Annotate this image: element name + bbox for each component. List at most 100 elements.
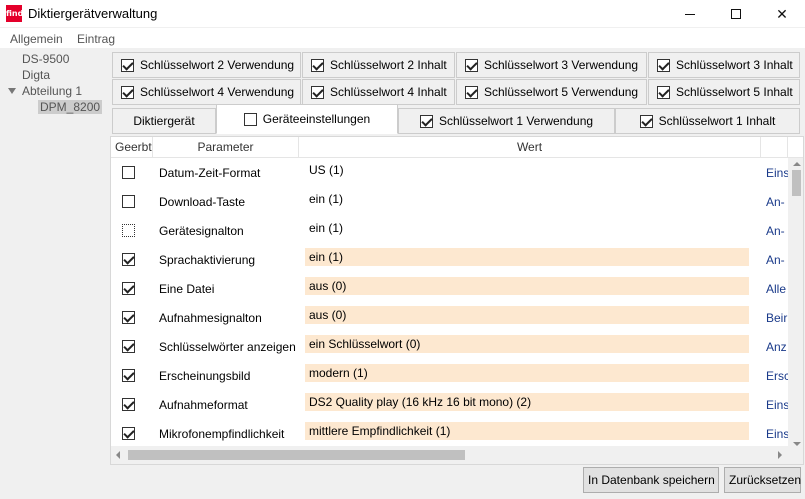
inherited-checkbox[interactable] <box>122 282 135 295</box>
reset-button[interactable]: Zurücksetzen <box>724 467 801 493</box>
maximize-button[interactable] <box>713 0 759 28</box>
tab-schluesselwort-2-verwendung[interactable]: Schlüsselwort 2 Verwendung <box>112 52 301 78</box>
value-cell[interactable]: aus (0) <box>305 277 749 295</box>
table-row[interactable]: Mikrofonempfindlichkeit mittlere Empfindl… <box>111 419 791 448</box>
tab-schluesselwort-1-verwendung[interactable]: Schlüsselwort 1 Verwendung <box>398 108 615 134</box>
scroll-up-icon[interactable] <box>793 162 801 166</box>
parameter-cell: Gerätesignalton <box>159 224 244 238</box>
tab-checkbox[interactable] <box>465 85 478 99</box>
value-cell[interactable]: ein (1) <box>305 219 749 237</box>
parameter-cell: Aufnahmeformat <box>159 398 248 412</box>
parameter-cell: Aufnahmesignalton <box>159 311 262 325</box>
value-cell[interactable]: US (1) <box>305 161 749 179</box>
tab-checkbox[interactable] <box>121 58 134 72</box>
inherited-cell <box>122 369 135 385</box>
menu-eintrag[interactable]: Eintrag <box>77 32 115 46</box>
table-row[interactable]: Gerätesignalton ein (1) An- <box>111 216 791 245</box>
tab-schluesselwort-2-inhalt[interactable]: Schlüsselwort 2 Inhalt <box>302 52 455 78</box>
horizontal-scrollbar[interactable] <box>111 446 788 464</box>
menu-allgemein[interactable]: Allgemein <box>10 32 63 46</box>
tree-item-dpm8200[interactable]: DPM_8200 <box>38 100 103 114</box>
inherited-checkbox[interactable] <box>122 340 135 353</box>
table-row[interactable]: Aufnahmeformat DS2 Quality play (16 kHz 1… <box>111 390 791 419</box>
tree-item-ds9500[interactable]: DS-9500 <box>22 52 69 66</box>
tab-label: Schlüsselwort 4 Inhalt <box>330 85 447 99</box>
inherited-cell <box>122 398 135 414</box>
tree-item-abteilung-1[interactable]: Abteilung 1 <box>22 84 82 98</box>
tab-schluesselwort-5-verwendung[interactable]: Schlüsselwort 5 Verwendung <box>456 79 647 105</box>
tree-item-digta[interactable]: Digta <box>22 68 50 82</box>
tab-checkbox[interactable] <box>311 85 324 99</box>
table-row[interactable]: Sprachaktivierung ein (1) An- <box>111 245 791 274</box>
scroll-right-icon[interactable] <box>778 451 782 459</box>
parameter-cell: Erscheinungsbild <box>159 369 251 383</box>
inherited-cell <box>122 253 135 269</box>
value-cell[interactable]: DS2 Quality play (16 kHz 16 bit mono) (2… <box>305 393 749 411</box>
app-logo-icon: find <box>6 5 23 22</box>
table-row[interactable]: Download-Taste ein (1) An- <box>111 187 791 216</box>
tab-schluesselwort-4-verwendung[interactable]: Schlüsselwort 4 Verwendung <box>112 79 301 105</box>
tab-checkbox[interactable] <box>419 114 433 128</box>
scroll-down-icon[interactable] <box>793 442 801 446</box>
tab-checkbox[interactable] <box>657 85 670 99</box>
header-inherited[interactable]: Geerbt <box>111 137 153 158</box>
minimize-button[interactable] <box>667 0 713 28</box>
tab-label: Schlüsselwort 4 Verwendung <box>140 85 295 99</box>
value-cell[interactable]: mittlere Empfindlichkeit (1) <box>305 422 749 440</box>
tab-label: Diktiergerät <box>133 114 195 128</box>
inherited-cell <box>122 166 135 182</box>
value-cell[interactable]: modern (1) <box>305 364 749 382</box>
device-tree: DS-9500 Digta Abteilung 1 DPM_8200 <box>0 48 109 499</box>
tab-checkbox[interactable] <box>639 114 653 128</box>
header-parameter[interactable]: Parameter <box>153 137 299 158</box>
inherited-checkbox[interactable] <box>122 398 135 411</box>
parameter-cell: Download-Taste <box>159 195 246 209</box>
tab-label: Schlüsselwort 3 Inhalt <box>676 58 793 72</box>
tab-checkbox[interactable] <box>657 58 670 72</box>
tab-checkbox[interactable] <box>465 58 478 72</box>
value-cell[interactable]: ein (1) <box>305 190 749 208</box>
value-cell[interactable]: aus (0) <box>305 306 749 324</box>
tab-checkbox[interactable] <box>121 85 134 99</box>
vertical-scrollbar[interactable] <box>788 158 803 464</box>
tab-schluesselwort-1-inhalt[interactable]: Schlüsselwort 1 Inhalt <box>615 108 800 134</box>
table-row[interactable]: Erscheinungsbild modern (1) Ersc <box>111 361 791 390</box>
tab-label: Schlüsselwort 1 Verwendung <box>438 114 594 128</box>
save-to-database-button[interactable]: In Datenbank speichern <box>583 467 719 493</box>
tree-expand-icon[interactable] <box>8 88 16 94</box>
tab-checkbox[interactable] <box>243 112 257 126</box>
value-cell[interactable]: ein Schlüsselwort (0) <box>305 335 749 353</box>
tab-schluesselwort-5-inhalt[interactable]: Schlüsselwort 5 Inhalt <box>648 79 800 105</box>
tab-schluesselwort-3-inhalt[interactable]: Schlüsselwort 3 Inhalt <box>648 52 800 78</box>
inherited-checkbox[interactable] <box>122 224 135 237</box>
inherited-cell <box>122 224 135 240</box>
inherited-checkbox[interactable] <box>122 253 135 266</box>
tab-schluesselwort-4-inhalt[interactable]: Schlüsselwort 4 Inhalt <box>302 79 455 105</box>
horizontal-scroll-thumb[interactable] <box>128 450 465 460</box>
header-value[interactable]: Wert <box>299 137 761 158</box>
header-extra[interactable] <box>761 137 788 158</box>
inherited-cell <box>122 282 135 298</box>
minimize-icon <box>685 13 695 15</box>
inherited-cell <box>122 311 135 327</box>
value-cell[interactable]: ein (1) <box>305 248 749 266</box>
inherited-checkbox[interactable] <box>122 427 135 440</box>
close-button[interactable]: ✕ <box>759 0 805 28</box>
scroll-left-icon[interactable] <box>116 451 120 459</box>
tab-checkbox[interactable] <box>311 58 324 72</box>
tab-label: Schlüsselwort 5 Verwendung <box>484 85 639 99</box>
table-row[interactable]: Datum-Zeit-Format US (1) Eins <box>111 158 791 187</box>
table-row[interactable]: Eine Datei aus (0) Alle <box>111 274 791 303</box>
inherited-checkbox[interactable] <box>122 195 135 208</box>
table-row[interactable]: Schlüsselwörter anzeigen ein Schlüsselwor… <box>111 332 791 361</box>
inherited-checkbox[interactable] <box>122 166 135 179</box>
tab-diktiergeraet[interactable]: Diktiergerät <box>112 108 216 134</box>
vertical-scroll-thumb[interactable] <box>792 170 801 196</box>
inherited-cell <box>122 427 135 443</box>
tab-schluesselwort-3-verwendung[interactable]: Schlüsselwort 3 Verwendung <box>456 52 647 78</box>
inherited-checkbox[interactable] <box>122 369 135 382</box>
tab-label: Schlüsselwort 1 Inhalt <box>658 114 776 128</box>
tab-geraeteeinstellungen[interactable]: Geräteeinstellungen <box>216 104 398 134</box>
inherited-checkbox[interactable] <box>122 311 135 324</box>
table-row[interactable]: Aufnahmesignalton aus (0) Beir <box>111 303 791 332</box>
